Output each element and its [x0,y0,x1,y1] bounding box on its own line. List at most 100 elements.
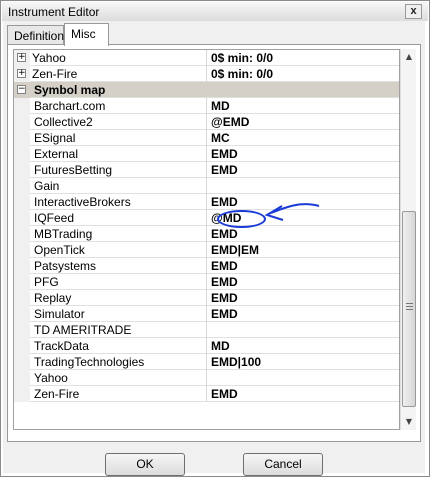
row-gutter [14,258,30,274]
symbol-map-row[interactable]: Zen-Fire EMD [14,386,399,402]
cancel-button[interactable]: Cancel [243,453,323,476]
dialog-client-area: Definition Misc + Yahoo 0$ min: 0/0 + Ze… [3,21,425,476]
symbol-map-value[interactable]: EMD [208,194,399,210]
scroll-down-icon[interactable]: ▼ [401,414,417,430]
symbol-map-value[interactable]: EMD [208,290,399,306]
property-value[interactable]: 0$ min: 0/0 [208,66,399,82]
close-button[interactable]: x [405,4,422,19]
property-row[interactable]: + Zen-Fire 0$ min: 0/0 [14,66,399,82]
property-grid: + Yahoo 0$ min: 0/0 + Zen-Fire 0$ min: 0… [13,49,400,430]
symbol-map-row[interactable]: Simulator EMD [14,306,399,322]
row-gutter [14,274,30,290]
symbol-map-value[interactable]: @EMD [208,114,399,130]
symbol-map-row[interactable]: MBTrading EMD [14,226,399,242]
symbol-map-provider: PFG [30,274,207,290]
row-gutter [14,322,30,338]
property-name: Yahoo [30,50,207,66]
row-gutter [14,226,30,242]
symbol-map-provider: Barchart.com [30,98,207,114]
tab-definition[interactable]: Definition [7,25,64,45]
row-gutter: + [14,66,30,82]
row-gutter [14,98,30,114]
category-symbol-map[interactable]: − Symbol map [14,82,399,98]
row-gutter [14,210,30,226]
symbol-map-row[interactable]: Replay EMD [14,290,399,306]
symbol-map-value[interactable]: EMD|100 [208,354,399,370]
row-gutter: + [14,50,30,66]
symbol-map-provider: Collective2 [30,114,207,130]
symbol-map-row[interactable]: TradingTechnologies EMD|100 [14,354,399,370]
category-label: Symbol map [34,83,106,97]
symbol-map-value[interactable] [208,178,399,194]
symbol-map-row[interactable]: Collective2 @EMD [14,114,399,130]
row-gutter [14,242,30,258]
grip-line [406,306,413,307]
scroll-up-icon[interactable]: ▲ [401,49,417,65]
symbol-map-row[interactable]: TD AMERITRADE [14,322,399,338]
symbol-map-provider: FuturesBetting [30,162,207,178]
symbol-map-row[interactable]: Barchart.com MD [14,98,399,114]
symbol-map-value[interactable]: MD [208,98,399,114]
symbol-map-value[interactable] [208,370,399,386]
symbol-map-value[interactable]: EMD [208,306,399,322]
symbol-map-provider: OpenTick [30,242,207,258]
property-value[interactable]: 0$ min: 0/0 [208,50,399,66]
symbol-map-row[interactable]: PFG EMD [14,274,399,290]
symbol-map-value[interactable]: MD [208,338,399,354]
symbol-map-provider: ESignal [30,130,207,146]
symbol-map-row[interactable]: ESignal MC [14,130,399,146]
symbol-map-value[interactable]: EMD [208,274,399,290]
row-gutter [14,178,30,194]
property-row[interactable]: + Yahoo 0$ min: 0/0 [14,50,399,66]
row-gutter [14,290,30,306]
tab-misc[interactable]: Misc [64,23,109,46]
symbol-map-provider: Yahoo [30,370,207,386]
symbol-map-value[interactable]: MC [208,130,399,146]
row-gutter [14,338,30,354]
symbol-map-value[interactable]: EMD [208,162,399,178]
row-gutter [14,146,30,162]
symbol-map-value[interactable]: EMD|EM [208,242,399,258]
symbol-map-value[interactable]: EMD [208,146,399,162]
grip-line [406,309,413,310]
row-gutter [14,130,30,146]
symbol-map-provider: Simulator [30,306,207,322]
symbol-map-provider: TradingTechnologies [30,354,207,370]
symbol-map-row[interactable]: OpenTick EMD|EM [14,242,399,258]
ok-button[interactable]: OK [105,453,185,476]
symbol-map-row[interactable]: Patsystems EMD [14,258,399,274]
symbol-map-row[interactable]: External EMD [14,146,399,162]
symbol-map-provider: InteractiveBrokers [30,194,207,210]
scroll-thumb[interactable] [402,211,416,407]
row-gutter [14,306,30,322]
expand-icon[interactable]: + [17,69,26,78]
tab-strip: Definition Misc [7,23,417,46]
symbol-map-provider: External [30,146,207,162]
property-name: Zen-Fire [30,66,207,82]
symbol-map-rows: Barchart.com MD Collective2 @EMD ESignal MC Ex… [14,98,399,402]
symbol-map-value[interactable]: EMD [208,386,399,402]
grip-line [406,303,413,304]
expand-icon[interactable]: + [17,53,26,62]
window-title: Instrument Editor [8,5,100,19]
symbol-map-provider: Gain [30,178,207,194]
row-gutter [14,114,30,130]
symbol-map-row[interactable]: InteractiveBrokers EMD [14,194,399,210]
symbol-map-row[interactable]: Gain [14,178,399,194]
row-gutter [14,162,30,178]
symbol-map-value[interactable] [208,322,399,338]
collapse-icon[interactable]: − [17,85,26,94]
symbol-map-provider: MBTrading [30,226,207,242]
symbol-map-value[interactable]: EMD [208,226,399,242]
symbol-map-row[interactable]: Yahoo [14,370,399,386]
symbol-map-provider: TrackData [30,338,207,354]
symbol-map-row[interactable]: IQFeed @MD [14,210,399,228]
symbol-map-value[interactable]: EMD [208,258,399,274]
symbol-map-row[interactable]: TrackData MD [14,338,399,354]
row-gutter [14,370,30,386]
symbol-map-provider: TD AMERITRADE [30,322,207,338]
symbol-map-provider: Zen-Fire [30,386,207,402]
symbol-map-row[interactable]: FuturesBetting EMD [14,162,399,178]
vertical-scrollbar[interactable]: ▲ ▼ [400,49,416,430]
title-bar: Instrument Editor x [2,2,428,21]
